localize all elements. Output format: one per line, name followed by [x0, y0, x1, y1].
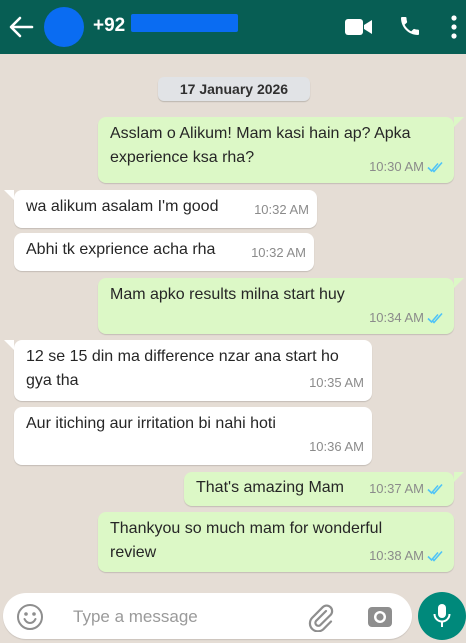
- bubble-tail: [454, 472, 464, 482]
- message-time: 10:35 AM: [309, 375, 364, 390]
- attach-icon[interactable]: [305, 602, 335, 633]
- contact-avatar[interactable]: [44, 7, 84, 47]
- back-arrow-icon[interactable]: [6, 13, 36, 41]
- emoji-icon[interactable]: [16, 603, 44, 631]
- read-ticks-icon: [427, 312, 443, 324]
- read-ticks-icon: [427, 161, 443, 173]
- message-bubble-outgoing[interactable]: Mam apko results milna start huy 10:34 A…: [98, 278, 454, 334]
- message-meta: 10:32 AM: [251, 241, 306, 265]
- message-bubble-incoming[interactable]: wa alikum asalam I'm good 10:32 AM: [14, 190, 317, 228]
- message-meta: 10:32 AM: [254, 198, 309, 222]
- message-time: 10:34 AM: [369, 310, 424, 325]
- phone-icon[interactable]: [398, 14, 422, 38]
- message-time: 10:37 AM: [369, 481, 424, 496]
- chat-header: +92: [0, 0, 466, 54]
- message-meta: 10:36 AM: [309, 435, 364, 459]
- contact-number-prefix[interactable]: +92: [93, 15, 125, 37]
- more-options-icon[interactable]: [449, 14, 459, 40]
- message-meta: 10:37 AM: [369, 477, 444, 501]
- read-ticks-icon: [427, 483, 443, 495]
- camera-icon[interactable]: [365, 603, 395, 631]
- message-meta: 10:30 AM: [369, 155, 444, 179]
- message-bubble-incoming[interactable]: 12 se 15 din ma difference nzar ana star…: [14, 340, 372, 401]
- message-bubble-incoming[interactable]: Abhi tk exprience acha rha 10:32 AM: [14, 233, 314, 271]
- message-text: Mam apko results milna start huy: [110, 286, 345, 303]
- date-separator: 17 January 2026: [158, 77, 310, 101]
- message-bubble-outgoing[interactable]: That's amazing Mam 10:37 AM: [184, 472, 454, 506]
- mic-button[interactable]: [418, 592, 466, 640]
- mic-icon: [432, 603, 452, 629]
- message-time: 10:30 AM: [369, 159, 424, 174]
- bubble-tail: [4, 340, 14, 350]
- message-time: 10:38 AM: [369, 548, 424, 563]
- message-text: Aur itiching aur irritation bi nahi hoti: [26, 415, 276, 432]
- composer-bar: Type a message: [0, 589, 466, 643]
- message-input-placeholder[interactable]: Type a message: [73, 607, 198, 627]
- message-time: 10:32 AM: [251, 245, 306, 260]
- message-meta: 10:35 AM: [309, 371, 364, 395]
- bubble-tail: [4, 190, 14, 200]
- redacted-contact-number: [131, 14, 238, 32]
- message-bubble-outgoing[interactable]: Thankyou so much mam for wonderful revie…: [98, 512, 454, 572]
- message-bubble-outgoing[interactable]: Asslam o Alikum! Mam kasi hain ap? Apka …: [98, 117, 454, 183]
- message-meta: 10:34 AM: [369, 306, 444, 330]
- message-meta: 10:38 AM: [369, 544, 444, 568]
- bubble-tail: [454, 117, 464, 127]
- message-time: 10:32 AM: [254, 202, 309, 217]
- message-bubble-incoming[interactable]: Aur itiching aur irritation bi nahi hoti…: [14, 407, 372, 465]
- read-ticks-icon: [427, 550, 443, 562]
- bubble-tail: [454, 278, 464, 288]
- video-call-icon[interactable]: [344, 16, 374, 38]
- message-input[interactable]: Type a message: [3, 593, 412, 639]
- message-text: 12 se 15 din ma difference nzar ana star…: [26, 348, 339, 389]
- message-time: 10:36 AM: [309, 439, 364, 454]
